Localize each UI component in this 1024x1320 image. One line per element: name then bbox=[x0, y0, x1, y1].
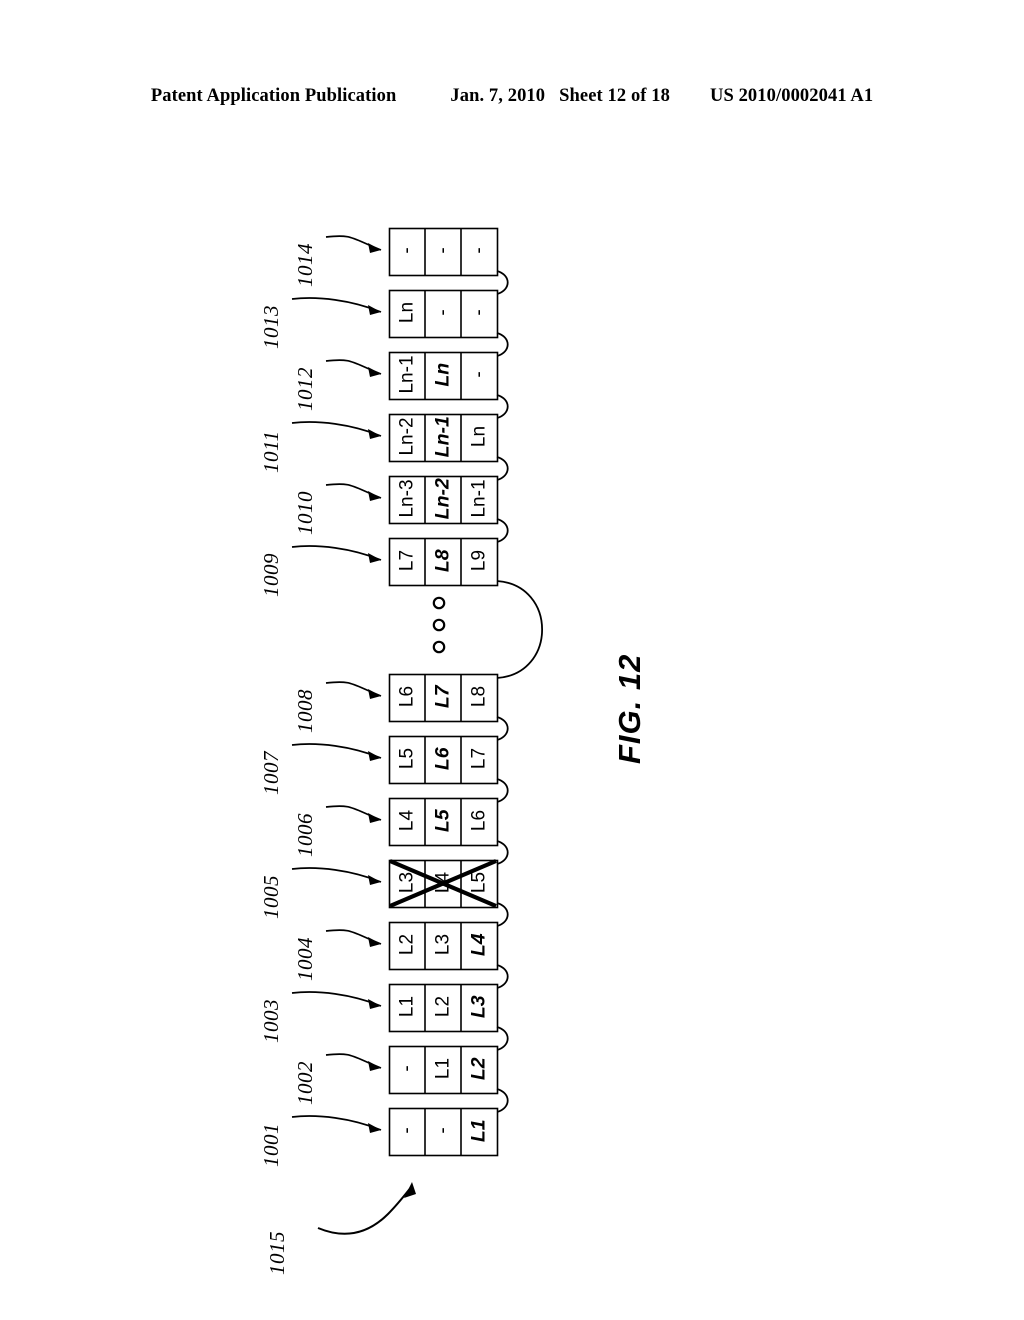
leader-arrowhead bbox=[368, 243, 381, 253]
register-cell: Ln-1 bbox=[396, 354, 418, 394]
shift-register-connector bbox=[496, 902, 509, 927]
register-cell: L7 bbox=[468, 747, 490, 769]
patent-figure-12: - - - Ln - - Ln-1 Ln - Ln-2 Ln-1 Ln Ln-3 Ln-2 Ln-1 L7 L8… bbox=[0, 0, 1024, 1320]
register-cell: Ln-1 bbox=[431, 415, 454, 457]
shift-register-connector bbox=[496, 270, 509, 295]
register-cell: L7 bbox=[396, 549, 418, 571]
reference-label-1006: 1006 bbox=[293, 813, 317, 857]
register-cell: L6 bbox=[468, 809, 490, 831]
reference-label-1009: 1009 bbox=[259, 553, 283, 597]
leader-line bbox=[291, 297, 382, 313]
shift-register-connector bbox=[496, 840, 509, 865]
register-cell: - bbox=[468, 246, 490, 254]
register-cell: L1 bbox=[396, 995, 418, 1017]
leader-arrowhead bbox=[368, 1123, 381, 1133]
register-cell: Ln bbox=[468, 425, 490, 447]
register-cell: L9 bbox=[468, 549, 490, 571]
leader-arrowhead bbox=[368, 367, 381, 377]
shift-register-connector bbox=[496, 778, 509, 803]
ellipsis-circle bbox=[432, 618, 446, 632]
register-cell: Ln-3 bbox=[396, 478, 418, 518]
register-cell: L6 bbox=[396, 685, 418, 707]
ellipsis-circle bbox=[432, 596, 446, 610]
register-cell: L4 bbox=[396, 809, 418, 831]
leader-line bbox=[291, 421, 382, 437]
leader-arrowhead bbox=[368, 751, 381, 761]
register-cell: - bbox=[396, 1126, 418, 1134]
register-cell: L5 bbox=[431, 808, 454, 832]
shift-register-connector bbox=[496, 716, 509, 741]
reference-label-1003: 1003 bbox=[259, 999, 283, 1043]
leader-arrowhead bbox=[368, 937, 381, 947]
register-cell: L4 bbox=[432, 871, 454, 893]
leader-arrowhead bbox=[368, 689, 381, 699]
register-cell: L1 bbox=[467, 1118, 490, 1142]
leader-arrowhead bbox=[368, 1061, 381, 1071]
reference-label-1011: 1011 bbox=[259, 430, 283, 473]
register-cell: Ln bbox=[396, 301, 418, 323]
shift-register-connector bbox=[496, 964, 509, 989]
register-cell: L4 bbox=[467, 932, 490, 956]
reference-label-1010: 1010 bbox=[293, 491, 317, 535]
leader-line bbox=[291, 1115, 382, 1131]
leader-arrowhead bbox=[368, 429, 381, 439]
leader-line bbox=[291, 743, 382, 759]
reference-label-1013: 1013 bbox=[259, 305, 283, 349]
reference-label-1014: 1014 bbox=[293, 243, 317, 287]
leader-arrowhead bbox=[368, 813, 381, 823]
leader-line bbox=[291, 867, 382, 883]
shift-register-connector bbox=[496, 518, 509, 543]
register-cell: - bbox=[468, 308, 490, 316]
reference-label-1015: 1015 bbox=[265, 1231, 289, 1275]
register-cell: Ln-1 bbox=[468, 478, 490, 518]
reference-label-1007: 1007 bbox=[259, 751, 283, 795]
leader-arrowhead bbox=[368, 305, 381, 315]
register-cell: L8 bbox=[468, 685, 490, 707]
register-cell: L3 bbox=[396, 871, 418, 893]
register-cell: - bbox=[432, 308, 454, 316]
register-cell: Ln-2 bbox=[396, 416, 418, 456]
register-cell: L7 bbox=[431, 684, 454, 708]
leader-arrowhead bbox=[368, 875, 381, 885]
register-cell: L6 bbox=[431, 746, 454, 770]
leader-arrowhead bbox=[368, 999, 381, 1009]
leader-line bbox=[291, 545, 382, 561]
leader-line bbox=[291, 991, 382, 1007]
reference-label-1004: 1004 bbox=[293, 937, 317, 981]
leader-arrowhead bbox=[368, 491, 381, 501]
shift-register-connector bbox=[496, 394, 509, 419]
shift-register-connector bbox=[496, 1026, 509, 1051]
figure-caption: FIG. 12 bbox=[612, 653, 647, 764]
reference-label-1012: 1012 bbox=[293, 367, 317, 411]
reference-label-1008: 1008 bbox=[293, 689, 317, 733]
register-cell: L1 bbox=[432, 1057, 454, 1079]
register-cell: L5 bbox=[468, 871, 490, 893]
figure-vector-layer bbox=[291, 227, 543, 1235]
register-cell: - bbox=[396, 246, 418, 254]
register-cell: Ln bbox=[431, 362, 454, 387]
register-cell: - bbox=[396, 1064, 418, 1072]
register-cell: L2 bbox=[432, 995, 454, 1017]
shift-register-connector bbox=[496, 1088, 509, 1113]
register-cell: L2 bbox=[396, 933, 418, 955]
reference-label-1005: 1005 bbox=[259, 875, 283, 919]
register-cell: L2 bbox=[467, 1056, 490, 1080]
reference-label-1001: 1001 bbox=[259, 1123, 283, 1167]
register-cell: L8 bbox=[431, 548, 454, 572]
register-cell: Ln-2 bbox=[431, 477, 454, 519]
register-cell: - bbox=[468, 370, 490, 378]
register-cell: L3 bbox=[432, 933, 454, 955]
overall-leader-line bbox=[317, 1185, 413, 1235]
shift-register-connector bbox=[496, 580, 543, 679]
shift-register-connector bbox=[496, 456, 509, 481]
register-cell: L3 bbox=[467, 994, 490, 1018]
ellipsis-circle bbox=[432, 640, 446, 654]
overall-leader-arrowhead bbox=[404, 1182, 416, 1198]
leader-arrowhead bbox=[368, 553, 381, 563]
reference-label-1002: 1002 bbox=[293, 1061, 317, 1105]
register-cell: L5 bbox=[396, 747, 418, 769]
shift-register-connector bbox=[496, 332, 509, 357]
register-cell: - bbox=[432, 1126, 454, 1134]
register-cell: - bbox=[432, 246, 454, 254]
